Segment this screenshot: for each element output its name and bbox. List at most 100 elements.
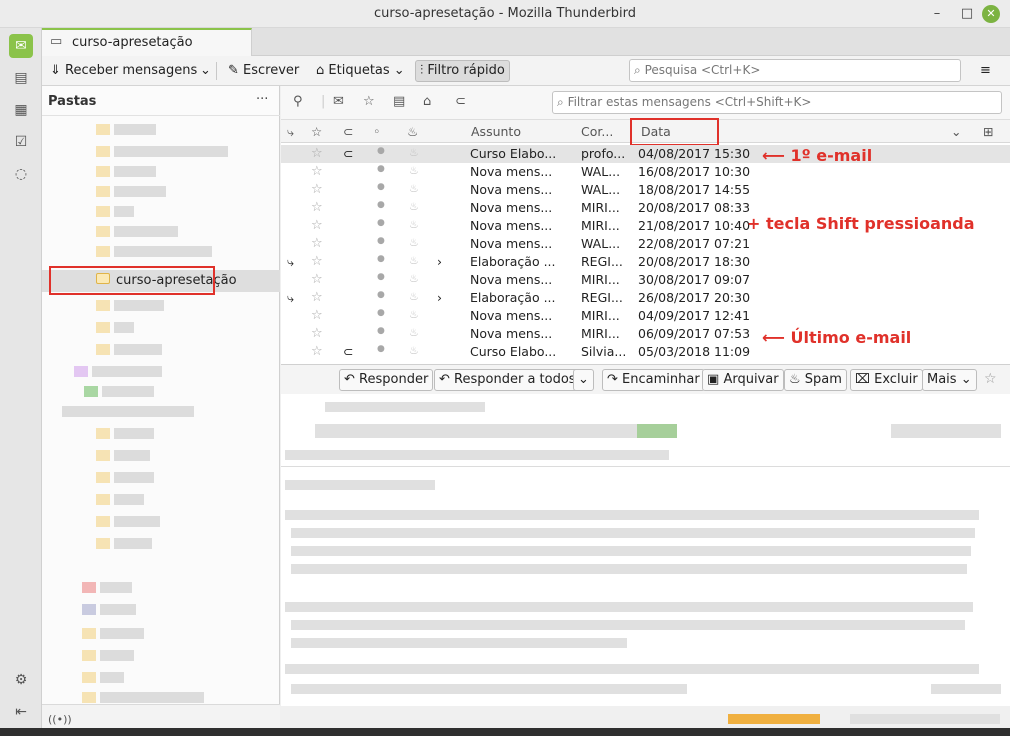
read-status-icon[interactable]: ●	[377, 146, 385, 156]
blurred-folder-name[interactable]	[100, 672, 124, 683]
star-icon[interactable]: ☆	[311, 290, 323, 305]
message-row[interactable]: ☆ ● ♨ Nova mens... WAL... 22/08/2017 07:21	[281, 235, 1010, 253]
star-column-icon[interactable]: ☆	[311, 124, 322, 139]
thread-expand-icon[interactable]: ›	[437, 254, 442, 269]
blurred-folder-name[interactable]	[114, 124, 156, 135]
filter-messages-input[interactable]: ⌕ Filtrar estas mensagens <Ctrl+Shift+K>	[552, 91, 1002, 114]
junk-status-icon[interactable]: ♨	[409, 236, 419, 249]
junk-status-icon[interactable]: ♨	[409, 290, 419, 303]
thread-column-icon[interactable]: ⤷	[287, 124, 294, 140]
read-status-icon[interactable]: ●	[377, 290, 385, 300]
maximize-button[interactable]: □	[958, 5, 976, 23]
chat-icon[interactable]: ◌	[9, 162, 33, 186]
blurred-folder-name[interactable]	[114, 186, 166, 197]
message-row[interactable]: ⤷ ☆ ● ♨ › Elaboração ... REGI... 26/08/2017 20:…	[281, 289, 1010, 307]
blurred-folder-name[interactable]	[114, 146, 228, 157]
star-icon[interactable]: ☆	[311, 182, 323, 197]
star-icon[interactable]: ☆	[311, 344, 323, 359]
read-column-icon[interactable]: ◦	[373, 124, 380, 139]
tags-button[interactable]: ⌂ Etiquetas ⌄	[312, 60, 409, 82]
star-icon[interactable]: ☆	[311, 326, 323, 341]
contact-filter-icon[interactable]: ▤	[393, 94, 405, 109]
more-button[interactable]: Mais ⌄	[922, 369, 977, 391]
read-status-icon[interactable]: ●	[377, 182, 385, 192]
blurred-folder-name[interactable]	[114, 472, 154, 483]
forward-button[interactable]: ↷ Encaminhar	[602, 369, 705, 391]
junk-status-icon[interactable]: ♨	[409, 218, 419, 231]
write-button[interactable]: ✎ Escrever	[224, 60, 303, 82]
junk-status-icon[interactable]: ♨	[409, 308, 419, 321]
junk-status-icon[interactable]: ♨	[409, 164, 419, 177]
column-subject[interactable]: Assunto	[471, 124, 521, 139]
message-row[interactable]: ☆ ● ♨ Nova mens... MIRI... 04/09/2017 12:41	[281, 307, 1010, 325]
read-status-icon[interactable]: ●	[377, 308, 385, 318]
read-status-icon[interactable]: ●	[377, 200, 385, 210]
message-row[interactable]: ☆ ● ♨ Nova mens... WAL... 18/08/2017 14:55	[281, 181, 1010, 199]
blurred-folder-name[interactable]	[114, 300, 164, 311]
star-icon[interactable]: ☆	[311, 308, 323, 323]
read-status-icon[interactable]: ●	[377, 236, 385, 246]
star-icon[interactable]: ☆	[311, 164, 323, 179]
get-messages-dropdown[interactable]: ⌄	[196, 60, 215, 82]
get-messages-button[interactable]: ⇓ Receber mensagens	[46, 60, 201, 82]
junk-status-icon[interactable]: ♨	[409, 326, 419, 339]
blurred-folder-name[interactable]	[114, 538, 152, 549]
thread-icon[interactable]: ⤷	[287, 254, 294, 270]
address-book-icon[interactable]: ▤	[9, 66, 33, 90]
attachment-column-icon[interactable]: ⊂	[343, 124, 353, 139]
read-status-icon[interactable]: ●	[377, 344, 385, 354]
junk-status-icon[interactable]: ♨	[409, 254, 419, 267]
blurred-folder-name[interactable]	[102, 386, 154, 397]
mail-icon[interactable]: ✉	[9, 34, 33, 58]
blurred-folder-name[interactable]	[92, 366, 162, 377]
blurred-folder-name[interactable]	[114, 344, 162, 355]
reply-all-dropdown[interactable]: ⌄	[573, 369, 594, 391]
tasks-icon[interactable]: ☑	[9, 130, 33, 154]
delete-button[interactable]: ⌧ Excluir	[850, 369, 923, 391]
star-icon[interactable]: ☆	[311, 200, 323, 215]
blurred-folder-name[interactable]	[62, 406, 194, 417]
blurred-folder-name[interactable]	[114, 206, 134, 217]
app-menu-button[interactable]: ≡	[976, 60, 995, 82]
close-button[interactable]: ✕	[982, 5, 1000, 23]
blurred-folder-name[interactable]	[100, 650, 134, 661]
blurred-folder-name[interactable]	[114, 246, 212, 257]
attachment-filter-icon[interactable]: ⊂	[455, 94, 466, 109]
read-status-icon[interactable]: ●	[377, 164, 385, 174]
blurred-folder-name[interactable]	[114, 450, 150, 461]
star-icon[interactable]: ☆	[311, 146, 323, 161]
starred-filter-icon[interactable]: ☆	[363, 94, 375, 109]
read-status-icon[interactable]: ●	[377, 254, 385, 264]
blurred-folder-name[interactable]	[100, 628, 144, 639]
message-row[interactable]: ⤷ ☆ ● ♨ › Elaboração ... REGI... 20/08/2017 18:…	[281, 253, 1010, 271]
star-icon[interactable]: ☆	[311, 236, 323, 251]
read-status-icon[interactable]: ●	[377, 272, 385, 282]
star-icon[interactable]: ☆	[984, 371, 997, 387]
message-row[interactable]: ☆ ● ♨ Nova mens... WAL... 16/08/2017 10:30	[281, 163, 1010, 181]
message-row[interactable]: ☆ ⊂ ● ♨ Curso Elabo... profo... 04/08/2017 15:…	[281, 145, 1010, 163]
calendar-icon[interactable]: ▦	[9, 98, 33, 122]
read-status-icon[interactable]: ●	[377, 326, 385, 336]
reply-all-button[interactable]: ↶ Responder a todos	[434, 369, 581, 391]
star-icon[interactable]: ☆	[311, 218, 323, 233]
thread-icon[interactable]: ⤷	[287, 290, 294, 306]
junk-status-icon[interactable]: ♨	[409, 182, 419, 195]
global-search-input[interactable]: ⌕ Pesquisa <Ctrl+K>	[629, 59, 961, 82]
junk-column-icon[interactable]: ♨	[407, 124, 418, 139]
blurred-folder-name[interactable]	[100, 582, 132, 593]
blurred-folder-name[interactable]	[100, 692, 204, 703]
message-row[interactable]: ☆ ● ♨ Nova mens... MIRI... 30/08/2017 09:07	[281, 271, 1010, 289]
blurred-folder-name[interactable]	[114, 494, 144, 505]
read-status-icon[interactable]: ●	[377, 218, 385, 228]
column-correspondent[interactable]: Cor...	[581, 124, 613, 139]
junk-status-icon[interactable]: ♨	[409, 344, 419, 357]
collapse-icon[interactable]: ⇤	[9, 700, 33, 724]
blurred-folder-name[interactable]	[114, 166, 156, 177]
reply-button[interactable]: ↶ Responder	[339, 369, 434, 391]
folder-pane-menu[interactable]: ···	[256, 92, 268, 107]
tab-folder[interactable]: ▭ curso-apresetação	[42, 28, 252, 56]
online-status-icon[interactable]: ((•))	[48, 713, 72, 726]
minimize-button[interactable]: –	[928, 5, 946, 23]
star-icon[interactable]: ☆	[311, 272, 323, 287]
pin-icon[interactable]: ⚲	[293, 94, 303, 109]
